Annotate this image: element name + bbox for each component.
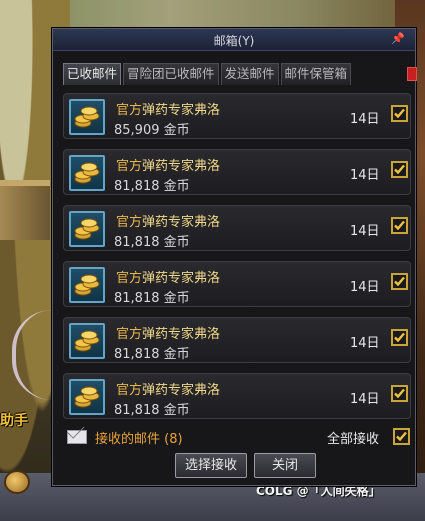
envelope-icon [67, 430, 87, 444]
days-remaining: 14日 [350, 392, 380, 407]
mailbox-window: 邮箱(Y) 📌 已收邮件 冒险团已收邮件 发送邮件 邮件保管箱 官方弹药专家弗洛 85,… [52, 28, 417, 486]
pin-icon[interactable]: 📌 [391, 32, 405, 46]
mail-sender: 官方弹药专家弗洛 [116, 267, 220, 286]
mail-sender: 官方弹药专家弗洛 [116, 99, 220, 118]
select-all-label[interactable]: 全部接收 [327, 428, 379, 447]
select-receive-button[interactable]: 选择接收 [175, 453, 247, 478]
gold-coins-icon [69, 379, 105, 415]
checkmark-icon [396, 431, 407, 442]
days-remaining: 14日 [350, 112, 380, 127]
checkmark-icon [394, 220, 405, 231]
sender-name: 弹药专家弗洛 [142, 383, 221, 398]
gold-amount: 85,909 金币 [114, 123, 190, 138]
helper-label: 助手 [0, 413, 28, 429]
mail-row[interactable]: 官方弹药专家弗洛 81,818 金币 14日 [63, 317, 411, 363]
sender-name: 弹药专家弗洛 [142, 327, 221, 342]
sender-name: 弹药专家弗洛 [142, 215, 221, 230]
gold-amount: 81,818 金币 [114, 235, 190, 250]
gold-coins-icon [69, 323, 105, 359]
days-remaining: 14日 [350, 280, 380, 295]
mail-row[interactable]: 官方弹药专家弗洛 85,909 金币 14日 [63, 93, 411, 139]
tab-2[interactable]: 发送邮件 [220, 63, 279, 85]
official-tag: 官方 [116, 383, 143, 398]
mail-row[interactable]: 官方弹药专家弗洛 81,818 金币 14日 [63, 261, 411, 307]
window-title: 邮箱(Y) [213, 34, 255, 48]
gold-coins-icon [69, 267, 105, 303]
days-remaining: 14日 [350, 224, 380, 239]
checkmark-icon [394, 276, 405, 287]
action-buttons: 选择接收 关闭 [53, 453, 415, 479]
received-count-label: 接收的邮件 (8) [95, 432, 183, 447]
official-tag: 官方 [116, 271, 143, 286]
official-tag: 官方 [116, 215, 143, 230]
gold-amount: 81,818 金币 [114, 403, 190, 418]
official-tag: 官方 [116, 103, 143, 118]
gold-amount: 81,818 金币 [114, 291, 190, 306]
mail-list: 官方弹药专家弗洛 85,909 金币 14日 官方弹药专家弗洛 81,818 金币 14日… [63, 93, 411, 421]
mail-checkbox[interactable] [391, 161, 408, 178]
official-tag: 官方 [116, 327, 143, 342]
select-all-checkbox[interactable] [393, 428, 410, 445]
mail-sender: 官方弹药专家弗洛 [116, 379, 220, 398]
tab-1[interactable]: 冒险团已收邮件 [123, 63, 219, 85]
mail-sender: 官方弹药专家弗洛 [116, 323, 220, 342]
gold-amount: 81,818 金币 [114, 179, 190, 194]
gold-amount: 81,818 金币 [114, 347, 190, 362]
mail-row[interactable]: 官方弹药专家弗洛 81,818 金币 14日 [63, 373, 411, 419]
tab-0[interactable]: 已收邮件 [63, 63, 122, 85]
mail-checkbox[interactable] [391, 273, 408, 290]
checkmark-icon [394, 388, 405, 399]
pot-icon [4, 470, 30, 494]
mail-sender: 官方弹药专家弗洛 [116, 155, 220, 174]
close-button[interactable]: 关闭 [254, 453, 316, 478]
checkmark-icon [394, 108, 405, 119]
gold-coins-icon [69, 155, 105, 191]
days-remaining: 14日 [350, 336, 380, 351]
days-remaining: 14日 [350, 168, 380, 183]
sender-name: 弹药专家弗洛 [142, 103, 221, 118]
gold-coins-icon [69, 99, 105, 135]
mail-row[interactable]: 官方弹药专家弗洛 81,818 金币 14日 [63, 205, 411, 251]
mail-sender: 官方弹药专家弗洛 [116, 211, 220, 230]
checkmark-icon [394, 164, 405, 175]
mail-checkbox[interactable] [391, 329, 408, 346]
mail-tabs: 已收邮件 冒险团已收邮件 发送邮件 邮件保管箱 [63, 63, 415, 85]
mail-row[interactable]: 官方弹药专家弗洛 81,818 金币 14日 [63, 149, 411, 195]
tab-3[interactable]: 邮件保管箱 [280, 63, 352, 85]
mail-footer: 接收的邮件 (8) 全部接收 [65, 427, 411, 447]
window-titlebar[interactable]: 邮箱(Y) 📌 [53, 29, 415, 51]
mail-checkbox[interactable] [391, 217, 408, 234]
background-post [0, 180, 50, 240]
sender-name: 弹药专家弗洛 [142, 159, 221, 174]
sender-name: 弹药专家弗洛 [142, 271, 221, 286]
side-tab-marker [407, 67, 417, 81]
gold-coins-icon [69, 211, 105, 247]
mail-checkbox[interactable] [391, 385, 408, 402]
mail-checkbox[interactable] [391, 105, 408, 122]
official-tag: 官方 [116, 159, 143, 174]
checkmark-icon [394, 332, 405, 343]
